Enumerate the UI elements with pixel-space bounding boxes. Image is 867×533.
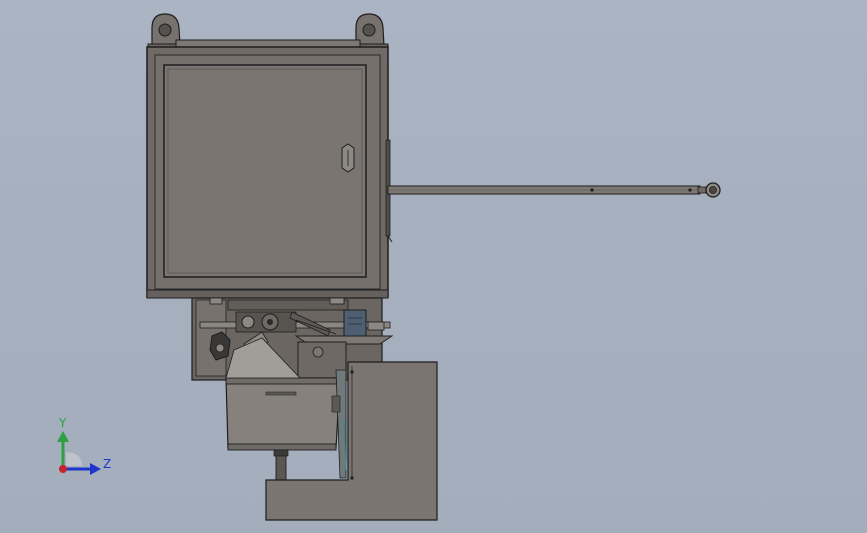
triad-quadrant-icon xyxy=(66,452,82,466)
cad-viewport[interactable]: Y Z xyxy=(0,0,867,533)
coordinate-triad: Y Z xyxy=(57,416,111,475)
z-axis-arrow-icon xyxy=(90,463,101,475)
y-axis-arrow-icon xyxy=(57,431,69,442)
door-handle-icon xyxy=(341,143,355,173)
cabinet-door xyxy=(163,64,367,278)
arm-end-eyelet-icon xyxy=(705,182,721,198)
origin-icon xyxy=(59,465,67,473)
extension-arm xyxy=(387,185,707,195)
piston-rod xyxy=(273,449,289,481)
y-axis-label: Y xyxy=(58,416,67,430)
z-axis-label: Z xyxy=(103,457,111,471)
